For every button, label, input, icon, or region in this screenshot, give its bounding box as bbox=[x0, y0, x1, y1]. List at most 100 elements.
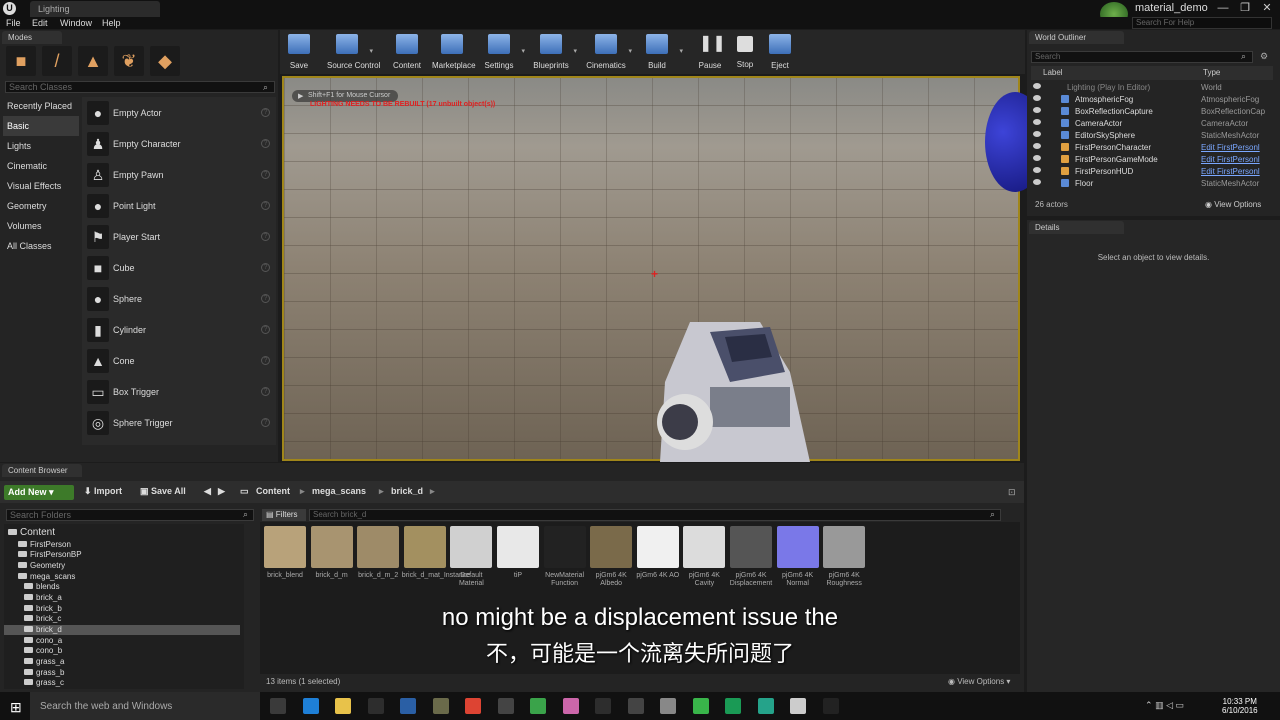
help-icon[interactable]: ? bbox=[261, 418, 270, 427]
minimize-button[interactable]: — bbox=[1212, 0, 1234, 17]
geometry-edit-mode-icon[interactable]: ◆ bbox=[150, 46, 180, 76]
help-icon[interactable]: ? bbox=[261, 108, 270, 117]
help-icon[interactable]: ? bbox=[261, 201, 270, 210]
content-view-options[interactable]: ◉ View Options ▾ bbox=[948, 677, 1010, 686]
stop-button[interactable]: Stop bbox=[725, 33, 765, 73]
folder-brick-c[interactable]: brick_c bbox=[24, 614, 61, 624]
category-visual-effects[interactable]: Visual Effects bbox=[3, 176, 79, 196]
outliner-row[interactable]: FirstPersonHUD Edit FirstPersonl bbox=[1031, 166, 1269, 178]
breadcrumb-mega-scans[interactable]: mega_scans bbox=[312, 486, 366, 496]
folder-cono-a[interactable]: cono_a bbox=[24, 636, 62, 646]
category-geometry[interactable]: Geometry bbox=[3, 196, 79, 216]
asset-thumbnail[interactable] bbox=[264, 526, 306, 568]
placeable-cylinder[interactable]: ▮ Cylinder? bbox=[84, 316, 274, 345]
menu-help[interactable]: Help bbox=[102, 17, 121, 29]
help-icon[interactable]: ? bbox=[261, 356, 270, 365]
outliner-row[interactable]: Lighting (Play In Editor) World bbox=[1031, 82, 1269, 94]
help-icon[interactable]: ? bbox=[261, 232, 270, 241]
taskbar-app-icon[interactable] bbox=[270, 698, 286, 714]
outliner-row[interactable]: BoxReflectionCapture BoxReflectionCap bbox=[1031, 106, 1269, 118]
taskbar-app-icon[interactable] bbox=[335, 698, 351, 714]
outliner-row[interactable]: FirstPersonCharacter Edit FirstPersonl bbox=[1031, 142, 1269, 154]
chevron-up-icon[interactable]: ⌃ bbox=[1145, 700, 1153, 710]
help-icon[interactable]: ? bbox=[261, 170, 270, 179]
outliner-search-input[interactable]: Search bbox=[1031, 51, 1253, 63]
outliner-row[interactable]: AtmosphericFog AtmosphericFog bbox=[1031, 94, 1269, 106]
save-all-button[interactable]: ▣ Save All bbox=[140, 486, 186, 497]
taskbar-app-icon[interactable] bbox=[465, 698, 481, 714]
folder-brick-a[interactable]: brick_a bbox=[24, 593, 62, 603]
taskbar-app-icon[interactable] bbox=[627, 698, 644, 714]
add-new-button[interactable]: Add New ▾ bbox=[4, 485, 74, 500]
help-icon[interactable]: ? bbox=[261, 139, 270, 148]
taskbar-clock[interactable]: 10:33 PM 6/10/2016 bbox=[1222, 697, 1258, 715]
asset-thumbnail[interactable] bbox=[590, 526, 633, 568]
help-search-input[interactable]: Search For Help bbox=[1132, 17, 1272, 29]
eye-icon[interactable] bbox=[1033, 155, 1041, 161]
placeable-empty-actor[interactable]: ● Empty Actor? bbox=[84, 99, 274, 128]
taskbar-app-icon[interactable] bbox=[822, 698, 839, 714]
category-cinematic[interactable]: Cinematic bbox=[3, 156, 79, 176]
folder-firstperson[interactable]: FirstPerson bbox=[18, 540, 71, 550]
asset-thumbnail[interactable] bbox=[543, 526, 586, 568]
eye-icon[interactable] bbox=[1033, 83, 1041, 89]
settings-button[interactable]: Settings ▾ bbox=[479, 33, 525, 73]
help-icon[interactable]: ? bbox=[261, 294, 270, 303]
asset-thumbnail[interactable] bbox=[683, 526, 726, 568]
asset-search-input[interactable]: Search brick_d bbox=[309, 509, 1001, 521]
category-lights[interactable]: Lights bbox=[3, 136, 79, 156]
outliner-row[interactable]: FirstPersonGameMode Edit FirstPersonl bbox=[1031, 154, 1269, 166]
outliner-row[interactable]: CameraActor CameraActor bbox=[1031, 118, 1269, 130]
taskbar-app-icon[interactable] bbox=[757, 698, 774, 714]
breadcrumb-content[interactable]: Content bbox=[256, 486, 290, 496]
back-arrow-icon[interactable]: ◀ bbox=[204, 486, 211, 497]
actor-type-link[interactable]: Edit FirstPersonl bbox=[1201, 155, 1260, 164]
taskbar-app-icon[interactable] bbox=[367, 698, 384, 714]
folder-geometry[interactable]: Geometry bbox=[18, 561, 65, 571]
placeable-point-light[interactable]: ● Point Light? bbox=[84, 192, 274, 221]
asset-thumbnail[interactable] bbox=[636, 526, 679, 568]
notification-icon[interactable]: ▭ bbox=[1176, 700, 1185, 710]
folder-cono-b[interactable]: cono_b bbox=[24, 646, 62, 656]
taskbar-app-icon[interactable] bbox=[497, 698, 514, 714]
search-folders-input[interactable]: Search Folders bbox=[6, 509, 254, 521]
search-classes-input[interactable]: Search Classes bbox=[5, 81, 275, 93]
category-volumes[interactable]: Volumes bbox=[3, 216, 79, 236]
asset-thumbnail[interactable] bbox=[310, 526, 353, 568]
category-all-classes[interactable]: All Classes bbox=[3, 236, 79, 256]
eye-icon[interactable] bbox=[1033, 179, 1041, 185]
taskbar-app-icon[interactable] bbox=[562, 698, 579, 714]
windows-start-icon[interactable]: ⊞ bbox=[10, 699, 22, 716]
dropdown-arrow-icon[interactable]: ▾ bbox=[628, 47, 632, 55]
asset-thumbnail[interactable] bbox=[823, 526, 866, 568]
import-button[interactable]: ⬇ Import bbox=[84, 486, 122, 497]
folder-grass-a[interactable]: grass_a bbox=[24, 657, 64, 667]
eye-icon[interactable] bbox=[1033, 119, 1041, 125]
category-basic[interactable]: Basic bbox=[3, 116, 79, 136]
folder-grass-c[interactable]: grass_c bbox=[24, 678, 64, 688]
settings-gear-icon[interactable]: ⚙ bbox=[1260, 51, 1268, 62]
column-type[interactable]: Type bbox=[1203, 68, 1220, 77]
taskbar-app-icon[interactable] bbox=[725, 698, 741, 714]
filters-button[interactable]: ▤ Filters bbox=[262, 509, 306, 521]
help-icon[interactable]: ? bbox=[261, 387, 270, 396]
blueprints-button[interactable]: Blueprints ▾ bbox=[531, 33, 577, 73]
eye-icon[interactable] bbox=[1033, 143, 1041, 149]
taskbar-app-icon[interactable] bbox=[692, 698, 709, 714]
paint-mode-icon[interactable]: / bbox=[42, 46, 72, 76]
source-control-button[interactable]: Source Control ▾ bbox=[327, 33, 380, 73]
folder-content[interactable]: Content bbox=[8, 527, 55, 538]
asset-thumbnail[interactable] bbox=[776, 526, 819, 568]
menu-file[interactable]: File bbox=[6, 17, 21, 29]
outliner-view-options[interactable]: ◉ View Options bbox=[1205, 200, 1261, 209]
asset-thumbnail[interactable] bbox=[357, 526, 400, 568]
forward-arrow-icon[interactable]: ▶ bbox=[218, 486, 225, 497]
build-button[interactable]: Build ▾ bbox=[637, 33, 683, 73]
landscape-mode-icon[interactable]: ▲ bbox=[78, 46, 108, 76]
menu-window[interactable]: Window bbox=[60, 17, 92, 29]
taskbar-app-icon[interactable] bbox=[432, 698, 449, 714]
asset-thumbnail[interactable] bbox=[730, 526, 772, 568]
content-browser-tab[interactable]: Content Browser bbox=[2, 464, 82, 477]
network-icon[interactable]: ▥ bbox=[1155, 700, 1164, 710]
close-button[interactable]: ✕ bbox=[1256, 0, 1278, 17]
